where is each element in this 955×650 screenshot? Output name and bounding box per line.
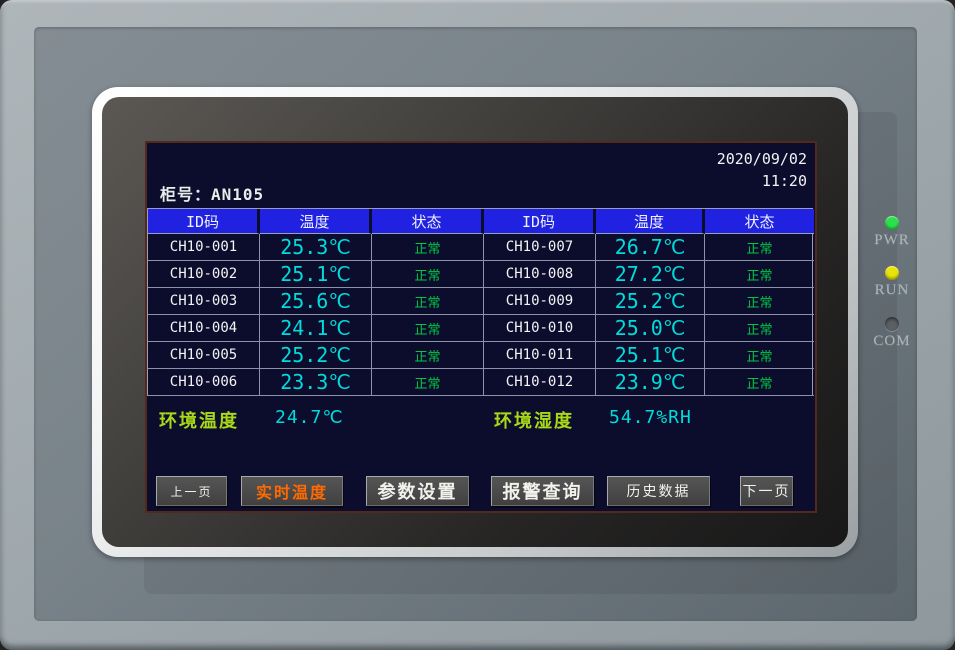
run-led: RUN: [868, 266, 916, 299]
history-data-button[interactable]: 历史数据: [607, 476, 710, 506]
temperature-cell: 26.7℃: [596, 234, 705, 261]
status-cell: 正常: [705, 288, 814, 315]
alarm-query-button[interactable]: 报警查询: [491, 476, 594, 506]
cabinet-id-label: 柜号：AN105: [160, 181, 264, 205]
temperature-cell: 25.6℃: [260, 288, 372, 315]
ambient-readings: 环境温度 24.7℃ 环境湿度 54.7%RH: [147, 403, 813, 435]
next-page-button[interactable]: 下一页: [740, 476, 793, 506]
run-led-icon: [885, 266, 899, 280]
device-casing: 2020/09/02 11:20 柜号：AN105 ID码 温度 状态 ID码 …: [0, 0, 955, 650]
table-header-cell: ID码: [484, 209, 596, 234]
temperature-cell: 25.2℃: [596, 288, 705, 315]
status-cell: 正常: [705, 315, 814, 342]
status-cell: 正常: [705, 369, 814, 396]
run-led-label: RUN: [868, 282, 916, 299]
power-led: PWR: [868, 216, 916, 249]
table-header-cell: 温度: [596, 209, 705, 234]
temperature-cell: 23.3℃: [260, 369, 372, 396]
channel-id-cell: CH10-002: [148, 261, 260, 288]
parameter-settings-button[interactable]: 参数设置: [366, 476, 469, 506]
temperature-cell: 25.0℃: [596, 315, 705, 342]
table-header-cell: 温度: [260, 209, 372, 234]
channel-id-cell: CH10-007: [484, 234, 596, 261]
ambient-temp-label: 环境温度: [159, 407, 239, 433]
temperature-cell: 27.2℃: [596, 261, 705, 288]
ambient-humidity-value: 54.7%RH: [609, 407, 692, 428]
channel-id-cell: CH10-005: [148, 342, 260, 369]
channel-id-cell: CH10-003: [148, 288, 260, 315]
prev-page-button[interactable]: 上一页: [156, 476, 227, 506]
status-cell: 正常: [705, 261, 814, 288]
touchscreen-display: 2020/09/02 11:20 柜号：AN105 ID码 温度 状态 ID码 …: [145, 141, 817, 513]
status-cell: 正常: [705, 342, 814, 369]
channel-id-cell: CH10-009: [484, 288, 596, 315]
com-led-icon: [885, 317, 899, 331]
status-cell: 正常: [372, 342, 484, 369]
power-led-label: PWR: [868, 232, 916, 249]
temperature-cell: 24.1℃: [260, 315, 372, 342]
status-led-strip: PWR RUN COM: [868, 205, 916, 365]
date-text: 2020/09/02: [717, 148, 807, 170]
status-cell: 正常: [705, 234, 814, 261]
table-header-cell: 状态: [372, 209, 484, 234]
temperature-table: ID码 温度 状态 ID码 温度 状态 CH10-001 25.3℃ 正常 CH…: [147, 208, 813, 396]
channel-id-cell: CH10-010: [484, 315, 596, 342]
temperature-cell: 23.9℃: [596, 369, 705, 396]
ambient-temp-value: 24.7℃: [275, 407, 344, 428]
status-cell: 正常: [372, 288, 484, 315]
datetime-display: 2020/09/02 11:20: [717, 148, 807, 192]
hmi-panel: 2020/09/02 11:20 柜号：AN105 ID码 温度 状态 ID码 …: [0, 0, 955, 650]
table-header-cell: 状态: [705, 209, 814, 234]
power-led-icon: [885, 216, 899, 230]
status-cell: 正常: [372, 369, 484, 396]
temperature-cell: 25.3℃: [260, 234, 372, 261]
com-led: COM: [868, 317, 916, 350]
table-header-cell: ID码: [148, 209, 260, 234]
status-cell: 正常: [372, 261, 484, 288]
com-led-label: COM: [868, 333, 916, 350]
temperature-cell: 25.2℃: [260, 342, 372, 369]
time-text: 11:20: [717, 170, 807, 192]
channel-id-cell: CH10-004: [148, 315, 260, 342]
temperature-cell: 25.1℃: [596, 342, 705, 369]
bezel-ring: 2020/09/02 11:20 柜号：AN105 ID码 温度 状态 ID码 …: [92, 87, 858, 557]
screen-bezel: 2020/09/02 11:20 柜号：AN105 ID码 温度 状态 ID码 …: [102, 97, 848, 547]
channel-id-cell: CH10-011: [484, 342, 596, 369]
channel-id-cell: CH10-012: [484, 369, 596, 396]
channel-id-cell: CH10-008: [484, 261, 596, 288]
channel-id-cell: CH10-001: [148, 234, 260, 261]
temperature-cell: 25.1℃: [260, 261, 372, 288]
status-cell: 正常: [372, 234, 484, 261]
realtime-temperature-button[interactable]: 实时温度: [241, 476, 343, 506]
ambient-humidity-label: 环境湿度: [494, 407, 574, 433]
status-cell: 正常: [372, 315, 484, 342]
channel-id-cell: CH10-006: [148, 369, 260, 396]
